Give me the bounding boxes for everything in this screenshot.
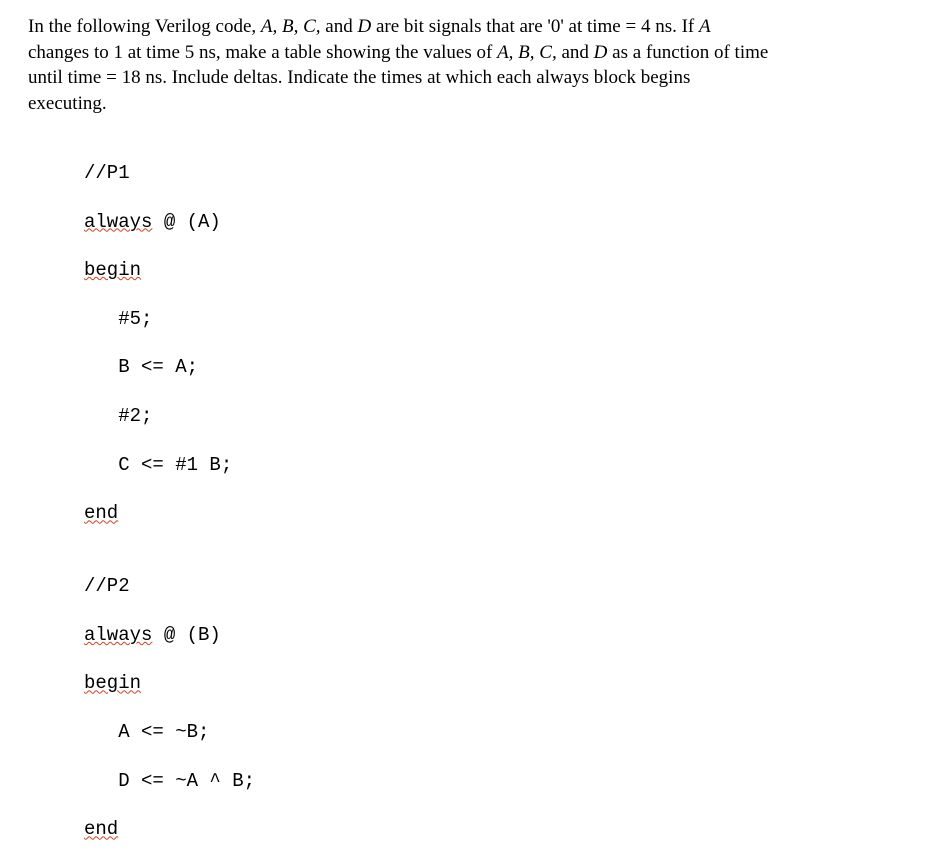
code-comment-p1: //P1	[84, 161, 911, 185]
code-comment-p2: //P2	[84, 574, 911, 598]
verilog-code-block: //P1 always @ (A) begin #5; B <= A; #2; …	[84, 137, 911, 866]
code-assign-d: D <= ~A ^ B;	[84, 769, 911, 793]
text-segment: changes to 1 at time 5 ns, make a table …	[28, 42, 497, 63]
var-a: A	[699, 16, 711, 37]
text-segment: as a function of time	[607, 42, 768, 63]
code-assign-c: C <= #1 B;	[84, 453, 911, 477]
var-d: D	[357, 16, 371, 37]
keyword-end: end	[84, 817, 911, 841]
problem-statement: In the following Verilog code, A, B, C, …	[28, 14, 911, 117]
keyword-always: always	[84, 211, 152, 233]
text-segment: and	[557, 42, 594, 63]
code-always-b: always @ (B)	[84, 623, 911, 647]
text-segment: are bit signals that are '0' at time = 4…	[371, 16, 699, 37]
text-segment: and	[321, 16, 358, 37]
keyword-end: end	[84, 501, 911, 525]
text-segment: In the following Verilog code,	[28, 16, 261, 37]
keyword-always: always	[84, 624, 152, 646]
code-assign-b: B <= A;	[84, 355, 911, 379]
code-delay-5: #5;	[84, 307, 911, 331]
var-abcd: A, B, C,	[261, 16, 321, 37]
var-abcd: A, B, C,	[497, 42, 557, 63]
sensitivity-b: @ (B)	[152, 624, 220, 646]
text-segment: executing.	[28, 93, 107, 114]
keyword-begin: begin	[84, 258, 911, 282]
var-d: D	[594, 42, 608, 63]
code-always-a: always @ (A)	[84, 210, 911, 234]
code-assign-a: A <= ~B;	[84, 720, 911, 744]
sensitivity-a: @ (A)	[152, 211, 220, 233]
code-delay-2: #2;	[84, 404, 911, 428]
text-segment: until time = 18 ns. Include deltas. Indi…	[28, 67, 690, 88]
keyword-begin: begin	[84, 671, 911, 695]
